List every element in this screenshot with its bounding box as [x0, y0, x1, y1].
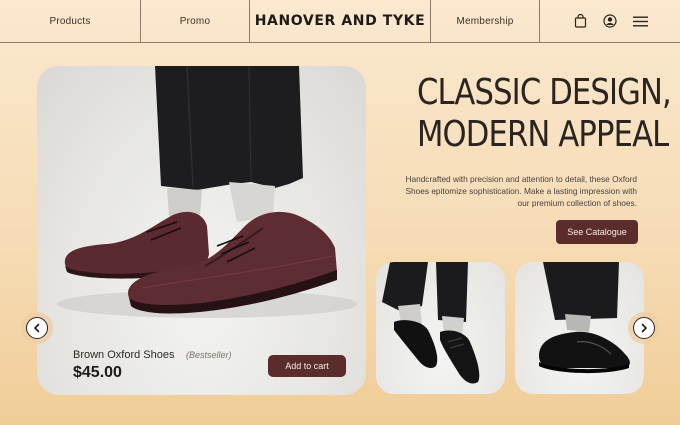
bestseller-tag: (Bestseller) [186, 350, 232, 360]
hamburger-menu-icon[interactable] [632, 13, 648, 29]
carousel-prev-button[interactable] [26, 317, 48, 339]
product-name: Brown Oxford Shoes [73, 349, 175, 361]
shopping-bag-icon[interactable] [572, 13, 588, 29]
add-to-cart-button[interactable]: Add to cart [268, 355, 346, 377]
nav-products-link[interactable]: Products [0, 0, 141, 42]
product-price: $45.00 [73, 364, 122, 381]
carousel-next-button[interactable] [633, 317, 655, 339]
featured-product-card[interactable]: Brown Oxford Shoes (Bestseller) $45.00 A… [37, 66, 366, 395]
brown-oxford-shoe-image [57, 66, 357, 318]
thumbnail-black-oxford[interactable] [376, 262, 505, 394]
see-catalogue-button[interactable]: See Catalogue [556, 220, 638, 244]
hero-headline: CLASSIC DESIGN, MODERN APPEAL [417, 72, 672, 156]
black-oxford-shoe-image [382, 262, 480, 384]
brand-logo[interactable]: HANOVER AND TYKE [250, 0, 431, 42]
headline-line-1: CLASSIC DESIGN, [417, 72, 672, 113]
chevron-left-icon [34, 323, 40, 333]
user-account-icon[interactable] [602, 13, 618, 29]
black-loafer-shoe-image [539, 262, 630, 374]
headline-line-2: MODERN APPEAL [417, 114, 669, 155]
nav-promo-link[interactable]: Promo [141, 0, 250, 42]
nav-membership-link[interactable]: Membership [431, 0, 540, 42]
nav-icon-group [540, 0, 680, 42]
top-navigation: Products Promo HANOVER AND TYKE Membersh… [0, 0, 680, 43]
chevron-right-icon [641, 323, 647, 333]
thumbnail-black-loafer[interactable] [515, 262, 644, 394]
hero-description: Handcrafted with precision and attention… [405, 174, 637, 208]
